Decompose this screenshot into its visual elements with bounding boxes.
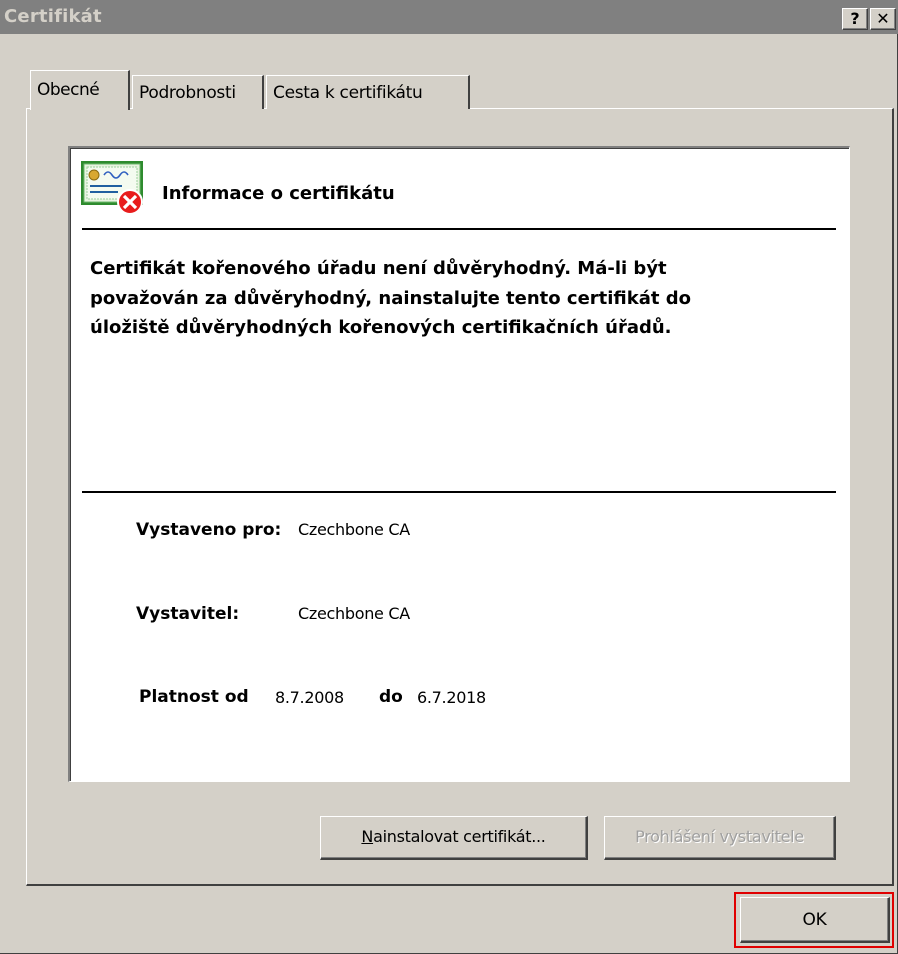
info-title: Informace o certifikátu	[162, 183, 395, 204]
valid-to-label: do	[379, 687, 403, 707]
trust-warning-text: Certifikát kořenového úřadu není důvěryh…	[90, 258, 692, 338]
issuer-statement-button: Prohlášení vystavitele	[604, 816, 836, 860]
ok-button[interactable]: OK	[740, 897, 890, 943]
divider	[82, 228, 836, 230]
valid-from-value: 8.7.2008	[275, 688, 344, 707]
install-certificate-button[interactable]: Nainstalovat certifikát...	[320, 816, 588, 860]
certificate-dialog: Certifikát ? ✕ Podrobnosti Cesta k certi…	[0, 0, 898, 954]
tab-details[interactable]: Podrobnosti	[132, 75, 264, 109]
issuer-label: Vystavitel:	[136, 604, 240, 624]
window-title: Certifikát	[4, 6, 102, 27]
valid-from-label: Platnost od	[139, 687, 249, 707]
install-mnemonic: N	[361, 827, 374, 846]
divider	[82, 491, 836, 493]
title-bar[interactable]: Certifikát ? ✕	[0, 0, 898, 34]
certificate-error-icon	[81, 161, 143, 215]
install-label: ainstalovat certifikát...	[373, 827, 546, 846]
issuer-value: Czechbone CA	[298, 604, 410, 623]
issued-to-value: Czechbone CA	[298, 520, 410, 539]
valid-to-value: 6.7.2018	[417, 688, 486, 707]
close-button[interactable]: ✕	[870, 8, 896, 30]
close-icon: ✕	[876, 9, 890, 28]
tab-certification-path[interactable]: Cesta k certifikátu	[266, 75, 470, 109]
issued-to-label: Vystaveno pro:	[136, 520, 282, 540]
tab-general[interactable]: Obecné	[30, 70, 130, 110]
help-button[interactable]: ?	[842, 8, 868, 30]
